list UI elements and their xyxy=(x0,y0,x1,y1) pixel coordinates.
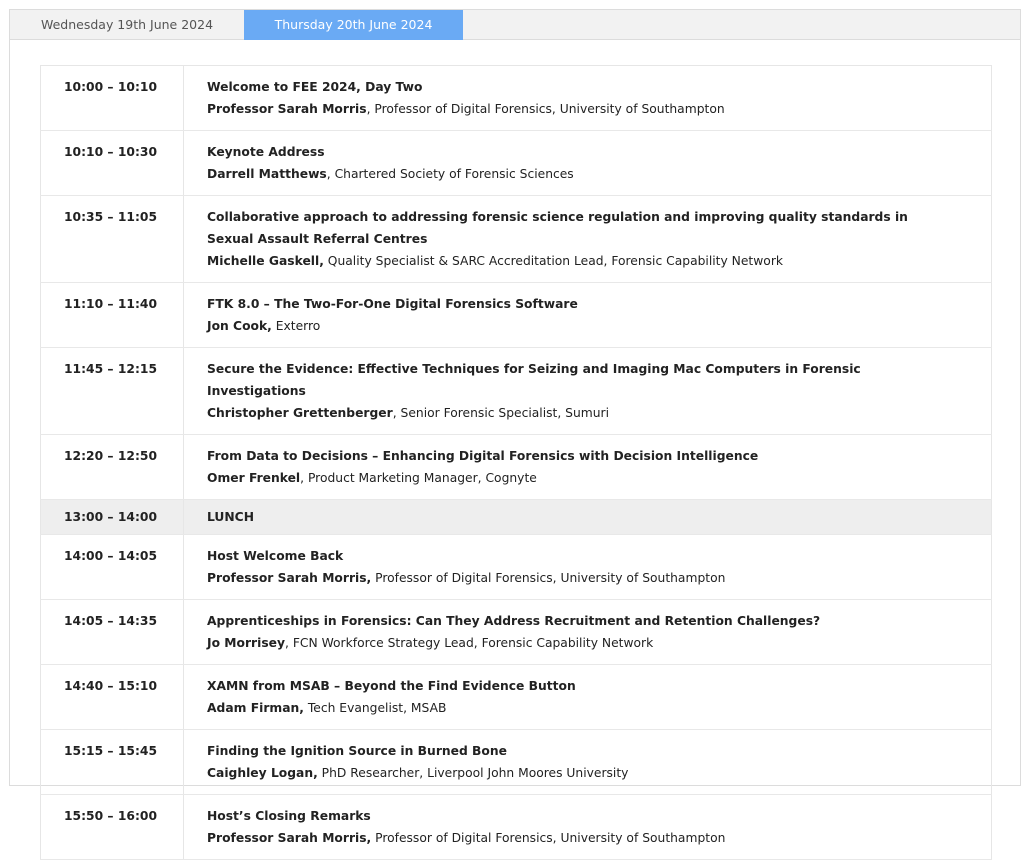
session-info: Host Welcome Back Professor Sarah Morris,… xyxy=(183,534,992,600)
session-row: 10:00 – 10:10 Welcome to FEE 2024, Day Tw… xyxy=(40,65,992,131)
speaker-affiliation: Quality Specialist & SARC Accreditation … xyxy=(323,254,784,268)
session-speaker-line: Professor Sarah Morris, Professor of Dig… xyxy=(207,567,951,589)
session-info: Welcome to FEE 2024, Day Two Professor Sa… xyxy=(183,65,992,131)
speaker-name: Adam Firman, xyxy=(207,701,304,715)
session-info: Finding the Ignition Source in Burned Bo… xyxy=(183,729,992,795)
session-time: 14:05 – 14:35 xyxy=(40,599,184,665)
speaker-name: Omer Frenkel xyxy=(207,471,301,485)
session-row: 14:00 – 14:05 Host Welcome Back Professor … xyxy=(40,534,992,600)
session-row: 15:15 – 15:45 Finding the Ignition Source… xyxy=(40,729,992,795)
session-info: FTK 8.0 – The Two-For-One Digital Forens… xyxy=(183,282,992,348)
session-speaker-line: Darrell Matthews, Chartered Society of F… xyxy=(207,163,951,185)
session-speaker-line: Michelle Gaskell, Quality Specialist & S… xyxy=(207,250,951,272)
session-time: 12:20 – 12:50 xyxy=(40,434,184,500)
session-speaker-line: Caighley Logan, PhD Researcher, Liverpoo… xyxy=(207,762,951,784)
session-time: 15:50 – 16:00 xyxy=(40,794,184,860)
speaker-name: Jon Cook, xyxy=(207,319,272,333)
speaker-affiliation: Tech Evangelist, MSAB xyxy=(303,701,447,715)
session-title: Secure the Evidence: Effective Technique… xyxy=(207,362,861,398)
session-info: Keynote Address Darrell Matthews, Charter… xyxy=(183,130,992,196)
speaker-affiliation: Exterro xyxy=(271,319,321,333)
session-title: Host Welcome Back xyxy=(207,549,344,563)
session-title: FTK 8.0 – The Two-For-One Digital Forens… xyxy=(207,297,578,311)
speaker-name: Professor Sarah Morris, xyxy=(207,831,372,845)
speaker-affiliation: , Senior Forensic Specialist, Sumuri xyxy=(392,406,610,420)
speaker-affiliation: Professor of Digital Forensics, Universi… xyxy=(371,831,726,845)
session-info: XAMN from MSAB – Beyond the Find Evidenc… xyxy=(183,664,992,730)
session-row: 11:45 – 12:15 Secure the Evidence: Effect… xyxy=(40,347,992,435)
session-time: 10:10 – 10:30 xyxy=(40,130,184,196)
session-time: 13:00 – 14:00 xyxy=(40,499,184,535)
session-title: Keynote Address xyxy=(207,145,325,159)
session-speaker-line: Professor Sarah Morris, Professor of Dig… xyxy=(207,827,951,849)
session-title: Collaborative approach to addressing for… xyxy=(207,210,908,246)
session-speaker-line: Professor Sarah Morris, Professor of Dig… xyxy=(207,98,951,120)
session-row: 11:10 – 11:40 FTK 8.0 – The Two-For-One D… xyxy=(40,282,992,348)
session-speaker-line: Adam Firman, Tech Evangelist, MSAB xyxy=(207,697,951,719)
session-time: 15:15 – 15:45 xyxy=(40,729,184,795)
speaker-name: Darrell Matthews xyxy=(207,167,327,181)
session-title: Finding the Ignition Source in Burned Bo… xyxy=(207,744,507,758)
schedule-table: 10:00 – 10:10 Welcome to FEE 2024, Day Tw… xyxy=(40,65,992,860)
session-time: 14:40 – 15:10 xyxy=(40,664,184,730)
tab-thursday[interactable]: Thursday 20th June 2024 xyxy=(244,10,463,40)
session-info: LUNCH xyxy=(183,499,992,535)
speaker-affiliation: PhD Researcher, Liverpool John Moores Un… xyxy=(317,766,629,780)
session-title: Host’s Closing Remarks xyxy=(207,809,371,823)
session-time: 11:45 – 12:15 xyxy=(40,347,184,435)
session-info: From Data to Decisions – Enhancing Digit… xyxy=(183,434,992,500)
speaker-affiliation: , Professor of Digital Forensics, Univer… xyxy=(366,102,725,116)
lunch-row: 13:00 – 14:00 LUNCH xyxy=(40,499,992,535)
speaker-affiliation: Professor of Digital Forensics, Universi… xyxy=(371,571,726,585)
session-speaker-line: Jon Cook, Exterro xyxy=(207,315,951,337)
tab-wednesday[interactable]: Wednesday 19th June 2024 xyxy=(10,10,244,40)
session-info: Host’s Closing Remarks Professor Sarah Mo… xyxy=(183,794,992,860)
session-speaker-line: Christopher Grettenberger, Senior Forens… xyxy=(207,402,951,424)
session-row: 10:10 – 10:30 Keynote Address Darrell Matt… xyxy=(40,130,992,196)
speaker-name: Christopher Grettenberger xyxy=(207,406,393,420)
session-title: XAMN from MSAB – Beyond the Find Evidenc… xyxy=(207,679,576,693)
session-title: Welcome to FEE 2024, Day Two xyxy=(207,80,423,94)
speaker-name: Caighley Logan, xyxy=(207,766,318,780)
session-info: Secure the Evidence: Effective Technique… xyxy=(183,347,992,435)
speaker-affiliation: , Chartered Society of Forensic Sciences xyxy=(326,167,574,181)
session-title: LUNCH xyxy=(207,510,254,524)
speaker-name: Professor Sarah Morris, xyxy=(207,571,372,585)
session-info: Apprenticeships in Forensics: Can They A… xyxy=(183,599,992,665)
session-row: 12:20 – 12:50 From Data to Decisions – En… xyxy=(40,434,992,500)
session-speaker-line: Jo Morrisey, FCN Workforce Strategy Lead… xyxy=(207,632,951,654)
speaker-affiliation: , Product Marketing Manager, Cognyte xyxy=(300,471,537,485)
speaker-name: Jo Morrisey xyxy=(207,636,286,650)
session-time: 10:35 – 11:05 xyxy=(40,195,184,283)
speaker-name: Professor Sarah Morris xyxy=(207,102,367,116)
session-time: 14:00 – 14:05 xyxy=(40,534,184,600)
session-row: 14:40 – 15:10 XAMN from MSAB – Beyond the… xyxy=(40,664,992,730)
day-tab-bar: Wednesday 19th June 2024 Thursday 20th J… xyxy=(10,10,1020,40)
session-title: From Data to Decisions – Enhancing Digit… xyxy=(207,449,759,463)
session-row: 14:05 – 14:35 Apprenticeships in Forensic… xyxy=(40,599,992,665)
session-speaker-line: Omer Frenkel, Product Marketing Manager,… xyxy=(207,467,951,489)
session-title: Apprenticeships in Forensics: Can They A… xyxy=(207,614,821,628)
speaker-name: Michelle Gaskell, xyxy=(207,254,324,268)
session-row: 10:35 – 11:05 Collaborative approach to a… xyxy=(40,195,992,283)
session-info: Collaborative approach to addressing for… xyxy=(183,195,992,283)
session-row: 15:50 – 16:00 Host’s Closing Remarks Profe… xyxy=(40,794,992,860)
session-time: 10:00 – 10:10 xyxy=(40,65,184,131)
schedule-panel: Wednesday 19th June 2024 Thursday 20th J… xyxy=(9,9,1021,860)
session-time: 11:10 – 11:40 xyxy=(40,282,184,348)
speaker-affiliation: , FCN Workforce Strategy Lead, Forensic … xyxy=(285,636,654,650)
